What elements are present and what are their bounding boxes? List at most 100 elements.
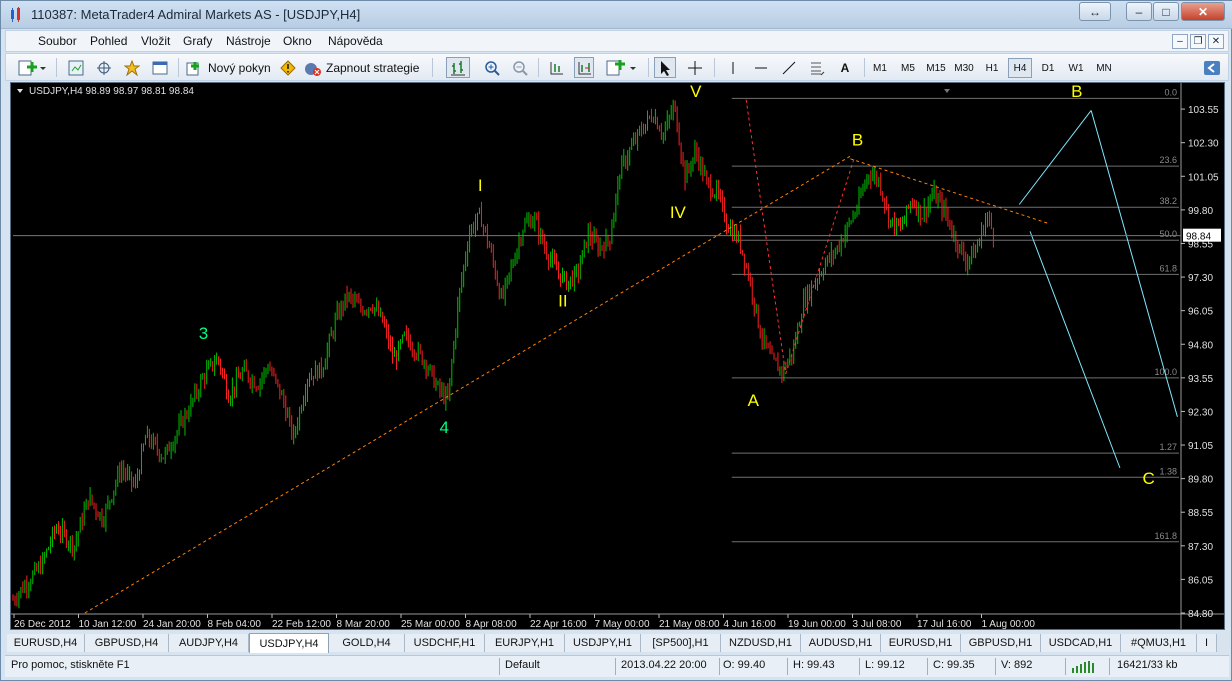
child-restore-button[interactable]: ❐ [1190, 34, 1206, 49]
price-tick-label: 99.80 [1188, 206, 1213, 217]
fibonacci-button[interactable] [806, 57, 828, 78]
chart-tab[interactable]: EURUSD,H4 [7, 634, 85, 652]
child-close-button[interactable]: ✕ [1208, 34, 1224, 49]
vertical-line-button[interactable] [722, 57, 744, 78]
maximize-button[interactable]: □ [1153, 2, 1179, 21]
cursor-tool-button[interactable] [654, 57, 676, 78]
terminal-button[interactable] [150, 57, 170, 78]
fib-level-label: 1.38 [1159, 466, 1177, 476]
fib-level-label: 23.6 [1159, 155, 1177, 165]
status-divider [499, 658, 500, 675]
menu-napoveda[interactable]: Nápověda [328, 34, 383, 48]
timeframe-d1-button[interactable]: D1 [1036, 58, 1060, 78]
chart-tab[interactable]: GBPUSD,H4 [85, 634, 169, 652]
timeframe-m1-button[interactable]: M1 [868, 58, 892, 78]
wave-label: B [1071, 83, 1082, 101]
zoom-out-button[interactable] [510, 57, 530, 78]
wave-label: B [852, 130, 863, 149]
chart-shift-icon [578, 61, 591, 74]
time-tick-label: 4 Jun 16:00 [724, 619, 777, 629]
menu-vlozit[interactable]: Vložit [141, 34, 170, 48]
status-low: L: 99.12 [865, 659, 905, 671]
chart-tab[interactable]: #QMU3,H1 [1121, 634, 1197, 652]
fib-level-label: 38.2 [1159, 196, 1177, 206]
toolbar-separator [538, 58, 539, 77]
minimize-button[interactable]: – [1126, 2, 1152, 21]
chart-tab[interactable]: NZDUSD,H1 [721, 634, 801, 652]
menu-grafy[interactable]: Grafy [183, 34, 212, 48]
new-chart-button[interactable] [16, 57, 48, 78]
price-tick-label: 88.55 [1188, 508, 1213, 519]
indicators-button[interactable] [604, 57, 642, 78]
new-order-icon [186, 61, 199, 75]
chart-tab[interactable]: USDCAD,H1 [1041, 634, 1121, 652]
chart-tab[interactable]: USDJPY,H1 [565, 634, 641, 652]
timeframe-m5-button[interactable]: M5 [896, 58, 920, 78]
price-tick-label: 93.55 [1188, 374, 1213, 385]
price-tick-label: 89.80 [1188, 475, 1213, 486]
close-button[interactable]: ✕ [1181, 2, 1225, 21]
timeframe-m15-button[interactable]: M15 [924, 58, 948, 78]
crosshair-tool-button[interactable] [684, 57, 706, 78]
extend-button[interactable]: ↔ [1079, 2, 1111, 21]
warning-icon [280, 59, 296, 76]
timeframe-h1-button[interactable]: H1 [980, 58, 1004, 78]
chart-header-info: USDJPY,H4 98.89 98.97 98.81 98.84 [29, 86, 194, 97]
new-order-button[interactable]: Nový pokyn [186, 57, 274, 78]
timeframe-h4-button[interactable]: H4 [1008, 58, 1032, 78]
chart-window[interactable]: 103.55 102.30 101.05 99.80 98.55 97.30 96.05 94… [10, 82, 1225, 630]
navigator-button[interactable] [122, 57, 142, 78]
fib-level-label: 0.0 [1164, 87, 1177, 97]
menu-okno[interactable]: Okno [283, 34, 312, 48]
status-help: Pro pomoc, stiskněte F1 [11, 659, 130, 671]
title-bar[interactable]: 110387: MetaTrader4 Admiral Markets AS -… [1, 1, 1232, 29]
profiles-button[interactable] [66, 57, 86, 78]
chart-tab[interactable]: USDCHF,H1 [405, 634, 485, 652]
horizontal-line-icon [755, 67, 767, 68]
trendline-button[interactable] [778, 57, 800, 78]
chart-tab[interactable]: EURUSD,H1 [881, 634, 961, 652]
time-tick-label: 3 Jul 08:00 [853, 619, 902, 629]
chart-tab[interactable]: AUDUSD,H1 [801, 634, 881, 652]
text-tool-button[interactable]: A [834, 57, 856, 78]
alert-button[interactable] [278, 57, 298, 78]
auto-scroll-button[interactable] [546, 57, 566, 78]
price-chart[interactable]: 103.55102.30101.0599.8098.5597.3096.0594… [11, 83, 1224, 629]
time-tick-label: 8 Apr 08:00 [466, 619, 518, 629]
toolbar-expand-button[interactable] [1202, 57, 1222, 78]
wave-label: C [1143, 469, 1155, 488]
strategy-icon [305, 62, 321, 76]
strategy-toggle-button[interactable]: Zapnout strategie [304, 57, 426, 78]
chart-tab[interactable]: I [1197, 634, 1217, 652]
chart-tab[interactable]: EURJPY,H1 [485, 634, 565, 652]
menu-nastroje[interactable]: Nástroje [226, 34, 271, 48]
chart-tab[interactable]: AUDJPY,H4 [169, 634, 249, 652]
chart-tab[interactable]: USDJPY,H4 [249, 633, 329, 653]
timeframe-w1-button[interactable]: W1 [1064, 58, 1088, 78]
horizontal-line-button[interactable] [750, 57, 772, 78]
timeframe-m30-button[interactable]: M30 [952, 58, 976, 78]
toolbar-separator [648, 58, 649, 77]
time-tick-label: 7 May 00:00 [595, 619, 650, 629]
price-tick-label: 92.30 [1188, 407, 1213, 418]
status-divider [859, 658, 860, 675]
chart-shift-button[interactable] [574, 57, 594, 78]
menu-soubor[interactable]: Soubor [38, 34, 77, 48]
status-volume: V: 892 [1001, 659, 1033, 671]
menu-pohled[interactable]: Pohled [90, 34, 127, 48]
price-tick-label: 103.55 [1188, 105, 1219, 116]
time-tick-label: 25 Mar 00:00 [401, 619, 460, 629]
uptrend-line [84, 155, 851, 614]
chart-tab[interactable]: [SP500],H1 [641, 634, 721, 652]
timeframe-mn-button[interactable]: MN [1092, 58, 1116, 78]
child-minimize-button[interactable]: – [1172, 34, 1188, 49]
chart-tab[interactable]: GOLD,H4 [329, 634, 405, 652]
bar-chart-button[interactable] [446, 57, 470, 78]
wave-label: IV [670, 203, 687, 222]
chart-tab[interactable]: GBPUSD,H1 [961, 634, 1041, 652]
zoom-in-button[interactable] [482, 57, 502, 78]
menu-bar: Soubor Pohled Vložit Grafy Nástroje Okno… [5, 30, 1229, 52]
toolbar-separator [864, 58, 865, 77]
market-watch-button[interactable] [94, 57, 114, 78]
metatrader-app-icon [11, 7, 20, 22]
